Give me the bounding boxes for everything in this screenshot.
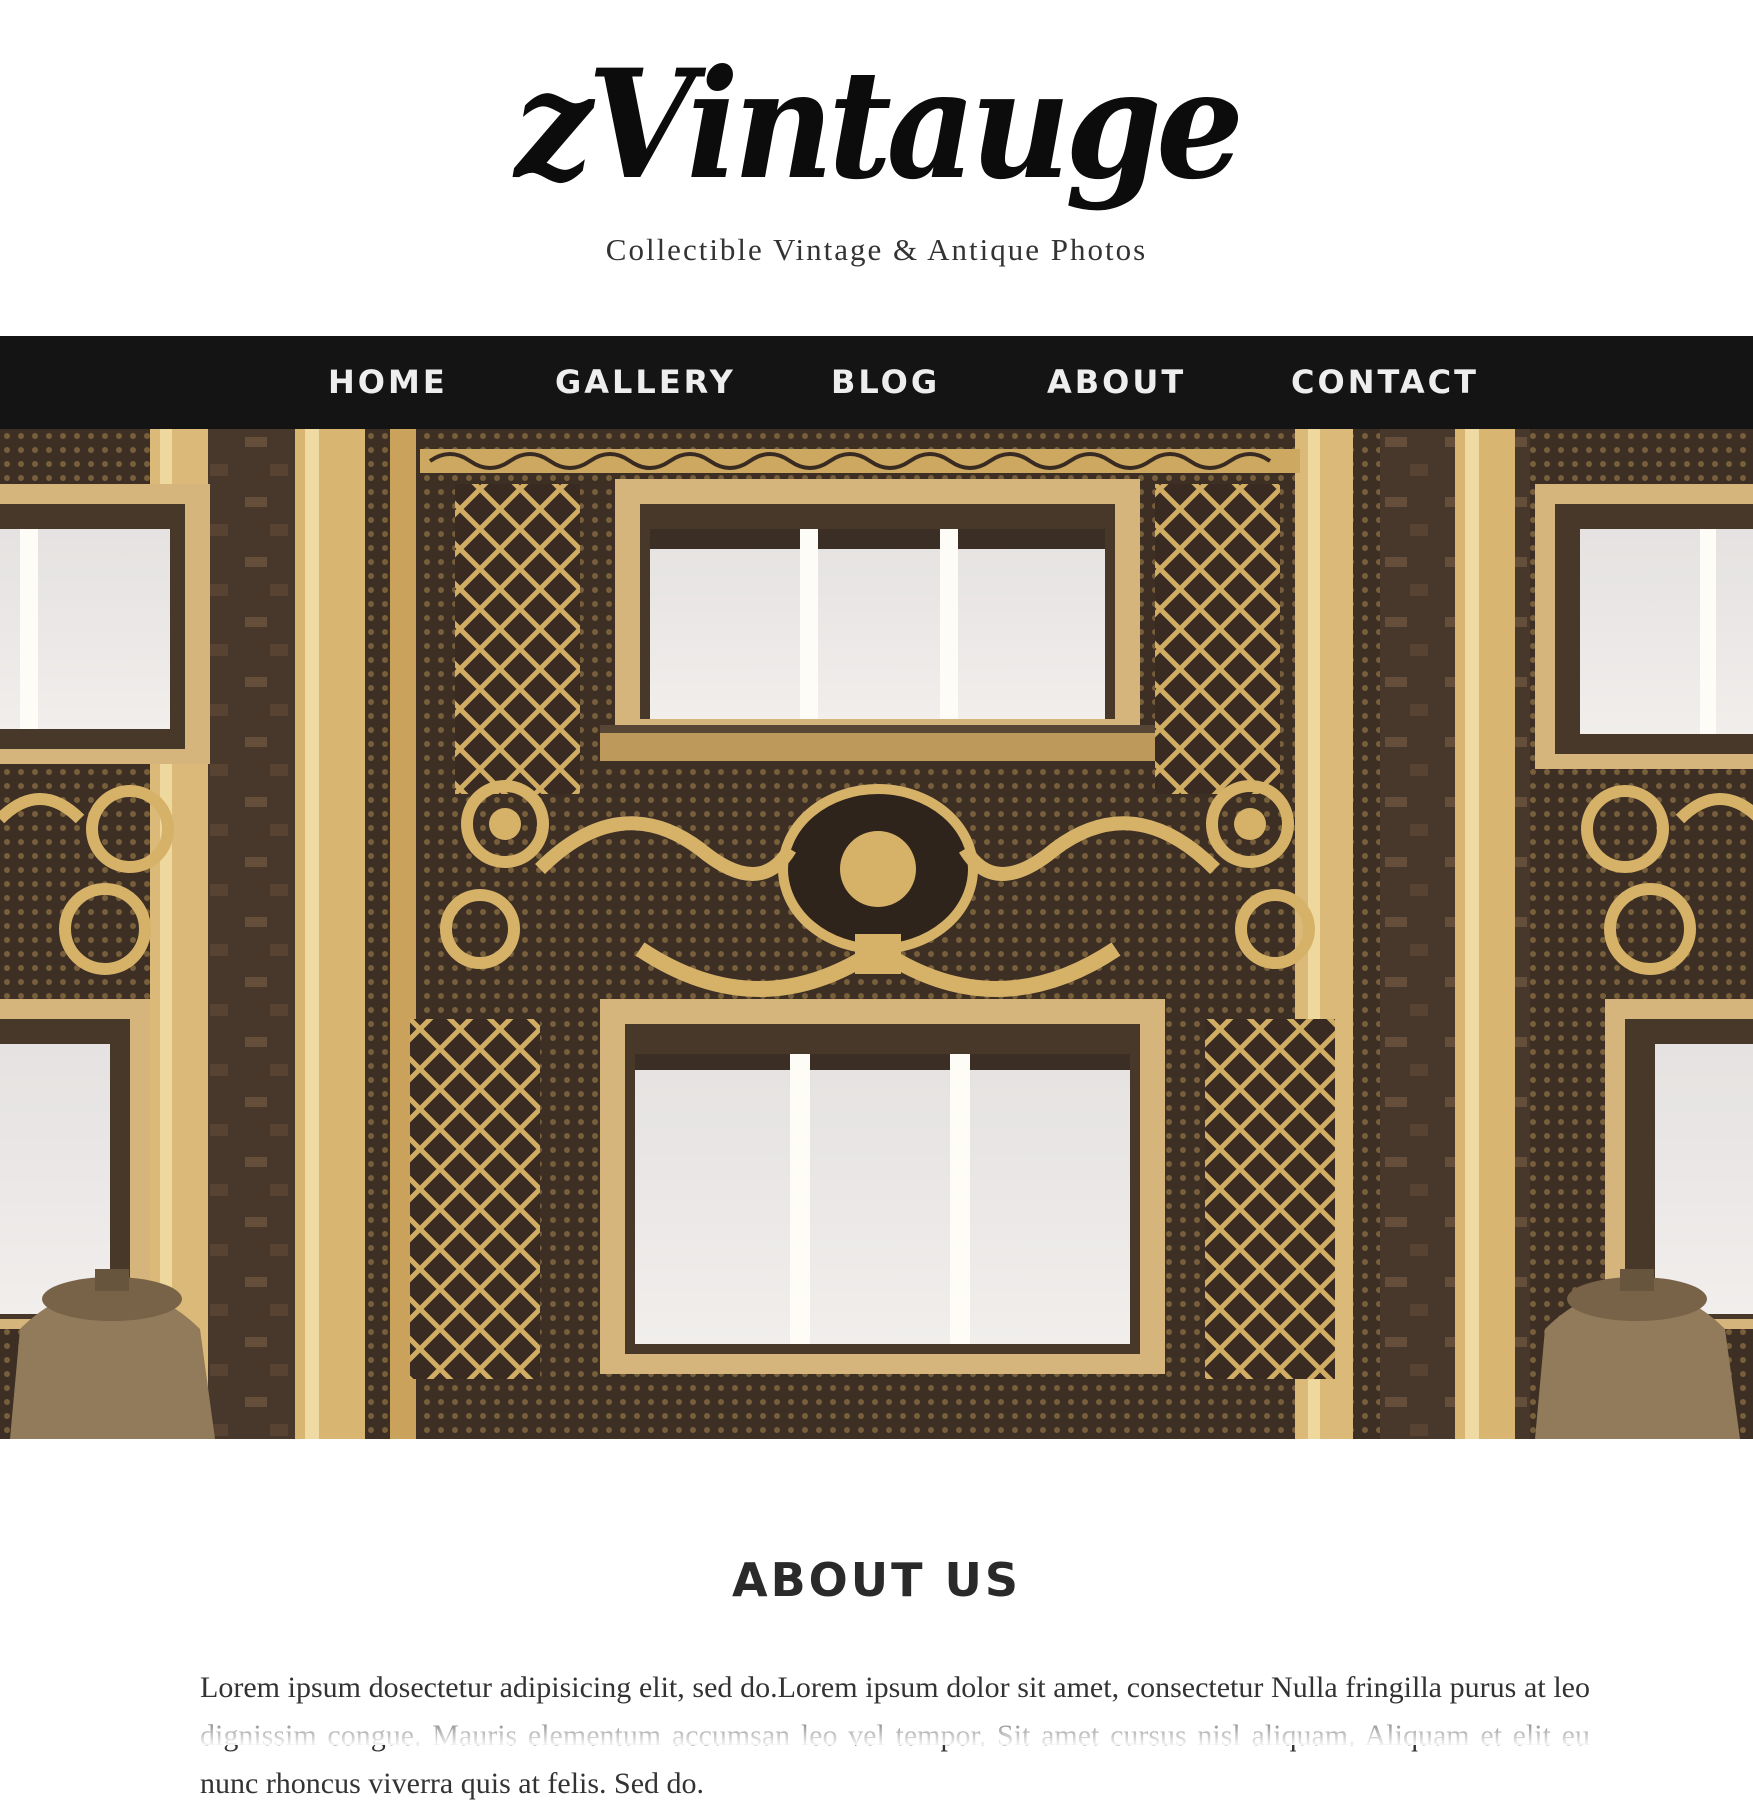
facade-illustration <box>0 429 1753 1439</box>
site-logo[interactable]: zVintauge <box>70 35 1683 215</box>
nav-item-home[interactable]: HOME <box>328 336 448 429</box>
site-tagline: Collectible Vintage & Antique Photos <box>605 232 1148 267</box>
nav-item-gallery[interactable]: GALLERY <box>555 336 736 429</box>
nav-item-about[interactable]: ABOUT <box>1047 336 1186 429</box>
bottom-fade <box>0 1703 1753 1745</box>
hero-image <box>0 429 1753 1439</box>
nav-item-blog[interactable]: BLOG <box>831 336 940 429</box>
about-title: ABOUT US <box>732 1553 1021 1608</box>
main-nav: HOME GALLERY BLOG ABOUT CONTACT <box>0 336 1753 429</box>
nav-item-contact[interactable]: CONTACT <box>1291 336 1479 429</box>
site-header: zVintauge Collectible Vintage & Antique … <box>0 0 1753 336</box>
